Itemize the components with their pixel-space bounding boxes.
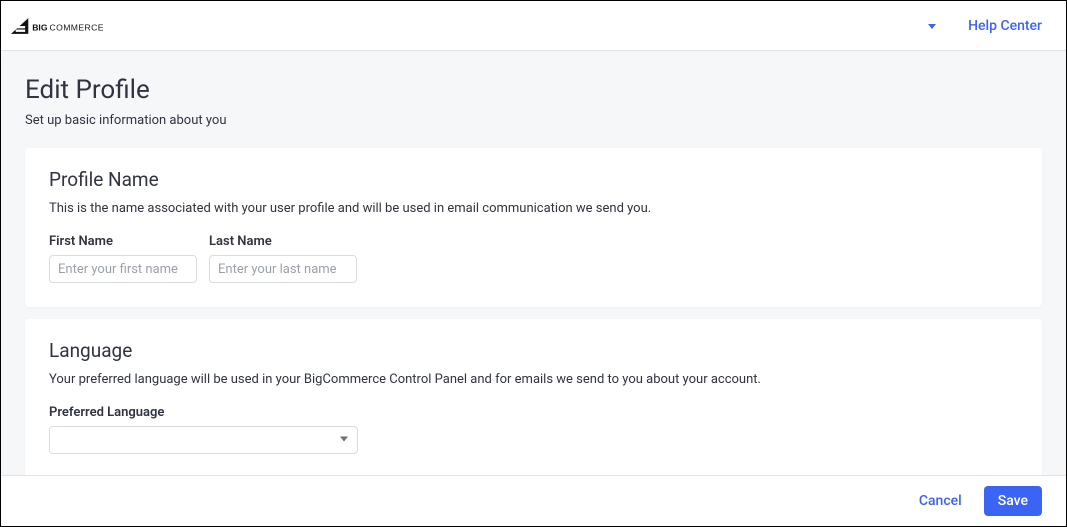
svg-text:BIG: BIG: [32, 22, 48, 32]
preferred-language-select[interactable]: [49, 426, 358, 454]
header: BIG COMMERCE Help Center: [1, 1, 1066, 51]
last-name-input[interactable]: [209, 255, 357, 283]
help-center-link[interactable]: Help Center: [968, 18, 1042, 34]
content: Edit Profile Set up basic information ab…: [1, 51, 1066, 475]
cancel-button[interactable]: Cancel: [905, 486, 976, 516]
footer: Cancel Save: [1, 475, 1066, 526]
language-description: Your preferred language will be used in …: [49, 372, 1018, 387]
name-fields-row: First Name Last Name: [49, 234, 1018, 283]
first-name-label: First Name: [49, 234, 197, 249]
language-title: Language: [49, 339, 1018, 362]
save-button[interactable]: Save: [984, 486, 1042, 516]
first-name-input[interactable]: [49, 255, 197, 283]
page-title: Edit Profile: [1, 51, 1066, 113]
preferred-language-label: Preferred Language: [49, 405, 1018, 420]
last-name-group: Last Name: [209, 234, 357, 283]
bigcommerce-logo[interactable]: BIG COMMERCE: [11, 15, 121, 37]
page-subtitle: Set up basic information about you: [1, 113, 1066, 148]
first-name-group: First Name: [49, 234, 197, 283]
last-name-label: Last Name: [209, 234, 357, 249]
chevron-down-icon: [928, 24, 936, 30]
preferred-language-group: Preferred Language: [49, 405, 1018, 454]
preferred-language-select-wrap: [49, 426, 358, 454]
profile-name-card: Profile Name This is the name associated…: [25, 148, 1042, 307]
language-card: Language Your preferred language will be…: [25, 319, 1042, 475]
svg-text:COMMERCE: COMMERCE: [50, 22, 104, 32]
header-right: Help Center: [928, 18, 1042, 34]
profile-name-description: This is the name associated with your us…: [49, 201, 1018, 216]
account-dropdown[interactable]: [928, 19, 936, 33]
profile-name-title: Profile Name: [49, 168, 1018, 191]
